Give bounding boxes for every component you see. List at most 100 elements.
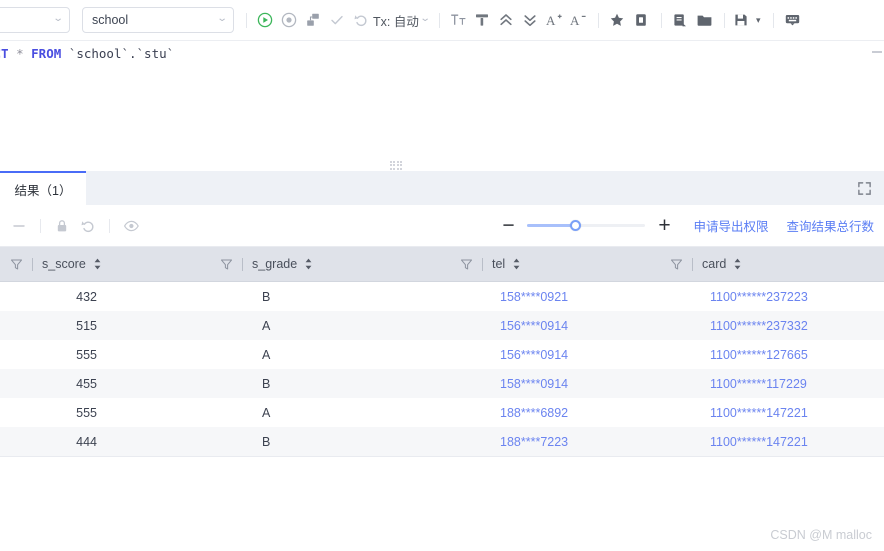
cell-s_grade[interactable]: A bbox=[210, 398, 450, 427]
transaction-mode-dropdown[interactable]: Tx: 自动 ⌄ bbox=[373, 11, 431, 30]
cell-s_score[interactable]: 555 bbox=[0, 340, 210, 369]
copy-button[interactable] bbox=[629, 7, 653, 33]
filter-funnel-icon[interactable] bbox=[10, 258, 23, 271]
cell-tel[interactable]: 156****0914 bbox=[450, 340, 660, 369]
keyboard-icon bbox=[785, 15, 799, 26]
caret-down-icon: ▾ bbox=[755, 14, 761, 25]
cell-value: 555 bbox=[76, 347, 97, 362]
keyboard-shortcuts-button[interactable] bbox=[780, 7, 804, 33]
cell-value: 188****7223 bbox=[500, 434, 569, 449]
cell-card[interactable]: 1100******147221 bbox=[660, 427, 884, 456]
delete-row-button[interactable] bbox=[6, 213, 32, 239]
handle-dot bbox=[396, 167, 399, 170]
save-button[interactable] bbox=[731, 7, 751, 33]
cell-card[interactable]: 1100******147221 bbox=[660, 398, 884, 427]
connection-select[interactable]: ⌄ bbox=[0, 7, 70, 33]
slider-fill bbox=[527, 224, 575, 227]
table-row[interactable]: 515 A 156****0914 1100******237332 bbox=[0, 311, 884, 340]
cell-s_grade[interactable]: B bbox=[210, 369, 450, 398]
cell-s_score[interactable]: 432 bbox=[0, 282, 210, 311]
save-dropdown-button[interactable]: ▾ bbox=[751, 7, 765, 33]
cell-s_grade[interactable]: A bbox=[210, 340, 450, 369]
fullscreen-button[interactable] bbox=[844, 171, 884, 205]
cell-card[interactable]: 1100******127665 bbox=[660, 340, 884, 369]
favorite-button[interactable] bbox=[605, 7, 629, 33]
sql-statement-line[interactable]: ECT * FROM `school`.`stu` bbox=[0, 41, 884, 63]
table-row[interactable]: 444 B 188****7223 1100******147221 bbox=[0, 427, 884, 456]
table-row[interactable]: 555 A 156****0914 1100******127665 bbox=[0, 340, 884, 369]
filter-funnel-icon[interactable] bbox=[670, 258, 683, 271]
expand-all-button[interactable] bbox=[518, 7, 542, 33]
sql-editor[interactable]: ECT * FROM `school`.`stu` bbox=[0, 41, 884, 166]
snippet-icon bbox=[674, 14, 687, 27]
sort-arrows-icon[interactable] bbox=[304, 258, 313, 270]
save-icon bbox=[735, 14, 747, 26]
refresh-button[interactable] bbox=[75, 213, 101, 239]
open-folder-button[interactable] bbox=[692, 7, 716, 33]
filter-funnel-icon[interactable] bbox=[460, 258, 473, 271]
request-export-permission-link[interactable]: 申请导出权限 bbox=[693, 216, 768, 235]
column-header-s_grade[interactable]: s_grade bbox=[210, 247, 450, 281]
cell-s_score[interactable]: 515 bbox=[0, 311, 210, 340]
lock-button[interactable] bbox=[49, 213, 75, 239]
sort-arrows-icon[interactable] bbox=[93, 258, 102, 270]
cell-card[interactable]: 1100******237332 bbox=[660, 311, 884, 340]
cell-card[interactable]: 1100******117229 bbox=[660, 369, 884, 398]
font-settings-button[interactable] bbox=[446, 7, 470, 33]
cell-card[interactable]: 1100******237223 bbox=[660, 282, 884, 311]
table-row[interactable]: 555 A 188****6892 1100******147221 bbox=[0, 398, 884, 427]
handle-dot bbox=[400, 164, 403, 166]
format-sql-icon bbox=[476, 14, 489, 26]
cell-tel[interactable]: 158****0921 bbox=[450, 282, 660, 311]
cell-value: 455 bbox=[76, 376, 97, 391]
explain-plan-button[interactable] bbox=[301, 7, 325, 33]
decrease-font-button[interactable]: A bbox=[566, 7, 590, 33]
table-row[interactable]: 432 B 158****0921 1100******237223 bbox=[0, 282, 884, 311]
column-header-s_score[interactable]: s_score bbox=[0, 247, 210, 281]
cell-tel[interactable]: 158****0914 bbox=[450, 369, 660, 398]
cell-s_grade[interactable]: B bbox=[210, 282, 450, 311]
cell-s_grade[interactable]: A bbox=[210, 311, 450, 340]
cell-value: B bbox=[262, 376, 271, 391]
run-button[interactable] bbox=[253, 7, 277, 33]
view-mode-button[interactable] bbox=[118, 213, 144, 239]
cell-s_score[interactable]: 444 bbox=[0, 427, 210, 456]
increase-font-button[interactable]: A bbox=[542, 7, 566, 33]
cell-tel[interactable]: 188****7223 bbox=[450, 427, 660, 456]
expand-all-icon bbox=[524, 15, 536, 27]
tab-result[interactable]: 结果（1） bbox=[0, 171, 86, 205]
run-selection-icon bbox=[281, 12, 297, 28]
filter-funnel-icon[interactable] bbox=[220, 258, 233, 271]
sort-arrows-icon[interactable] bbox=[733, 258, 742, 270]
rollback-button[interactable] bbox=[349, 7, 373, 33]
cell-s_grade[interactable]: B bbox=[210, 427, 450, 456]
cell-tel[interactable]: 156****0914 bbox=[450, 311, 660, 340]
format-sql-button[interactable] bbox=[470, 7, 494, 33]
cell-value: 156****0914 bbox=[500, 347, 569, 362]
run-current-statement-button[interactable] bbox=[277, 7, 301, 33]
cell-tel[interactable]: 188****6892 bbox=[450, 398, 660, 427]
cell-s_score[interactable]: 455 bbox=[0, 369, 210, 398]
toolbar-divider bbox=[661, 12, 663, 28]
slider-thumb[interactable] bbox=[569, 220, 581, 231]
cell-value: 1100******127665 bbox=[710, 347, 808, 362]
query-total-rows-link[interactable]: 查询结果总行数 bbox=[786, 216, 874, 235]
snippet-button[interactable] bbox=[668, 7, 692, 33]
cell-value: A bbox=[262, 347, 271, 362]
cell-s_score[interactable]: 555 bbox=[0, 398, 210, 427]
sql-table-reference: `school`.`stu` bbox=[61, 46, 175, 61]
column-header-tel[interactable]: tel bbox=[450, 247, 660, 281]
panel-resize-handle[interactable] bbox=[386, 160, 406, 170]
commit-button[interactable] bbox=[325, 7, 349, 33]
sort-arrows-icon[interactable] bbox=[512, 258, 521, 270]
check-icon bbox=[331, 15, 343, 25]
zoom-slider[interactable] bbox=[527, 217, 646, 235]
table-row[interactable]: 455 B 158****0914 1100******117229 bbox=[0, 369, 884, 398]
column-header-card[interactable]: card bbox=[660, 247, 884, 281]
zoom-in-button[interactable]: + bbox=[653, 215, 675, 236]
handle-dot bbox=[400, 167, 403, 170]
zoom-out-button[interactable]: − bbox=[497, 215, 519, 236]
collapse-all-button[interactable] bbox=[494, 7, 518, 33]
database-select[interactable]: school ⌄ bbox=[82, 7, 234, 33]
database-select-value: school bbox=[92, 13, 129, 27]
